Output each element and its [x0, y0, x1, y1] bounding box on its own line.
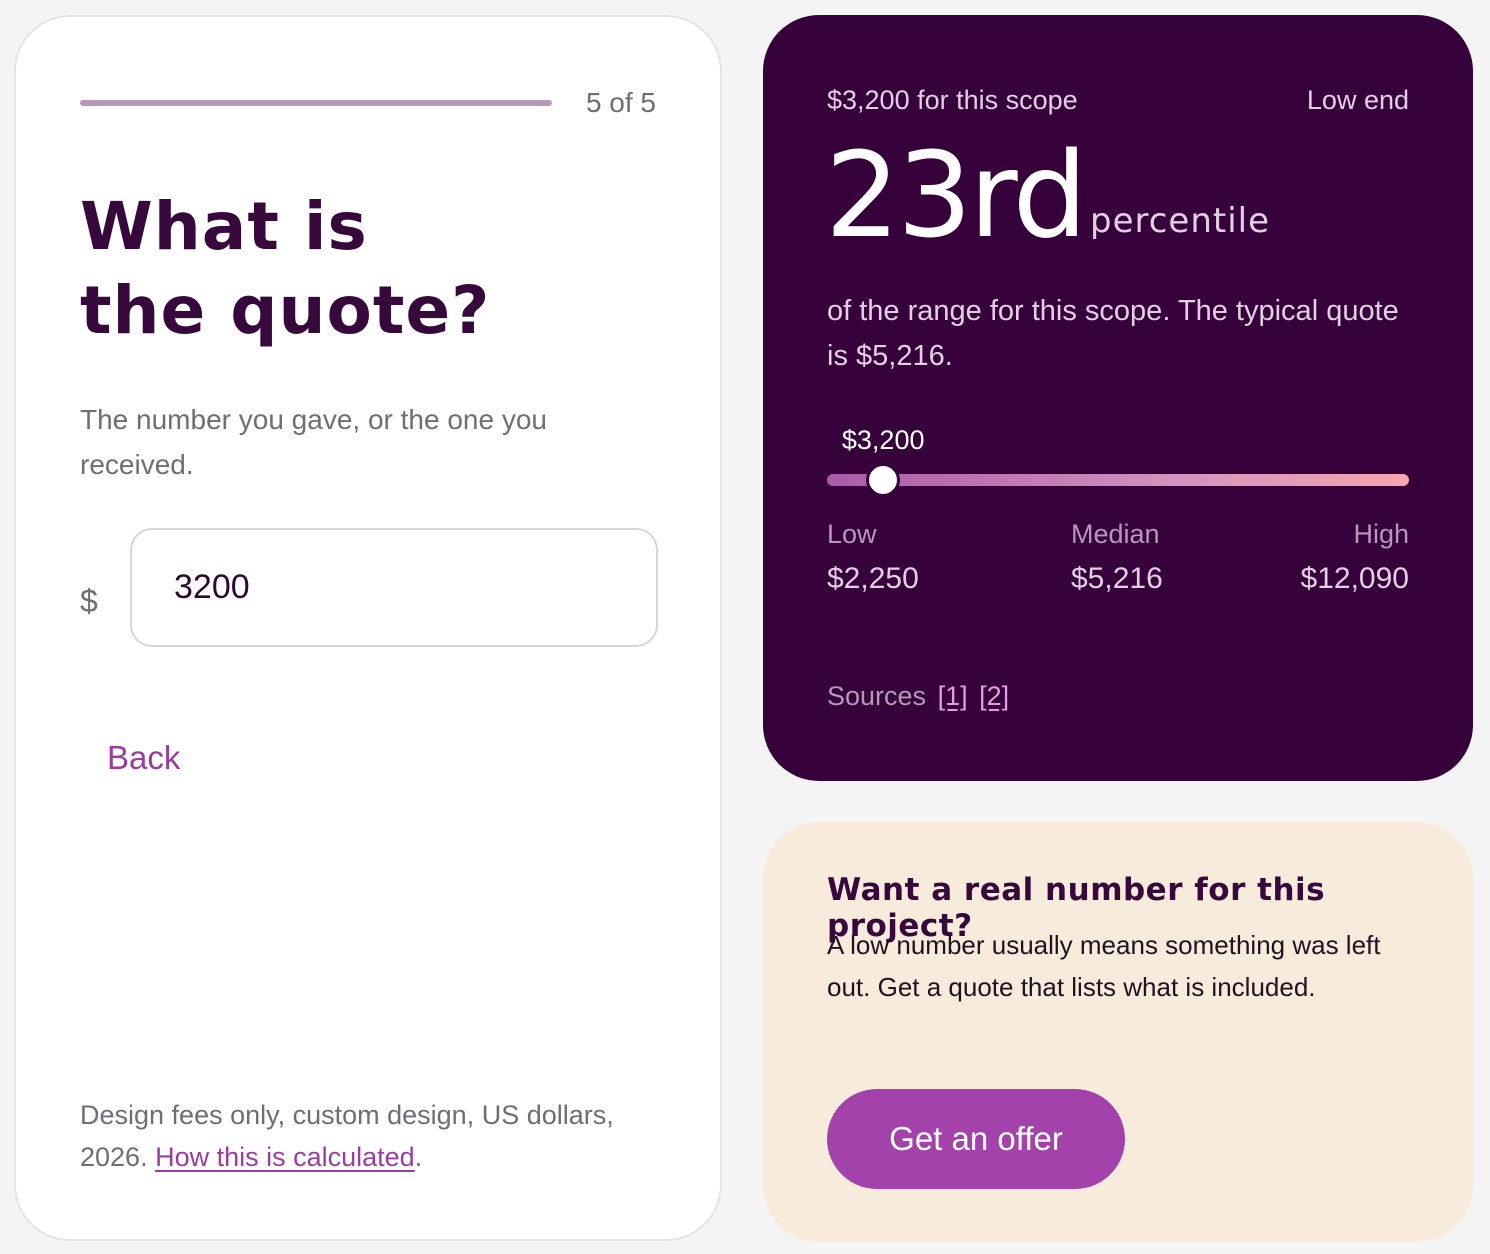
- source-link-2[interactable]: [2]: [979, 681, 1009, 711]
- step-counter: 5 of 5: [585, 87, 656, 118]
- source-link-1[interactable]: [1]: [938, 681, 968, 711]
- progress-bar: [80, 100, 552, 106]
- quote-amount-input[interactable]: [130, 528, 658, 647]
- footnote-end: .: [414, 1142, 423, 1172]
- question-card: 5 of 5 What is the quote? The number you…: [14, 15, 722, 1241]
- back-button[interactable]: Back: [107, 739, 180, 777]
- stat-high: High $12,090: [1301, 519, 1409, 596]
- stat-median: Median $5,216: [1071, 519, 1163, 596]
- result-card: $3,200 for this scope Low end 23rd perce…: [763, 15, 1473, 781]
- how-calculated-link[interactable]: How this is calculated: [155, 1142, 415, 1172]
- title-line: What is: [80, 188, 368, 265]
- cta-body: A low number usually means something was…: [827, 930, 1381, 1002]
- range-track: [827, 474, 1409, 486]
- range-thumb[interactable]: [866, 463, 901, 497]
- stat-value: $2,250: [827, 562, 919, 595]
- percentile-description: of the range for this scope. The typical…: [827, 295, 1399, 372]
- sources: Sources [1] [2]: [827, 681, 1009, 712]
- stat-label: Median: [1071, 519, 1160, 549]
- quote-caption: $3,200 for this scope: [827, 85, 1078, 115]
- position-tag: Low end: [1306, 85, 1409, 115]
- currency-symbol: $: [80, 583, 98, 619]
- stat-low: Low $2,250: [827, 519, 919, 596]
- percentile-value: 23rd: [825, 126, 1087, 264]
- stat-value: $5,216: [1071, 562, 1163, 595]
- footnote: Design fees only, custom design, US doll…: [80, 1094, 670, 1178]
- get-offer-button[interactable]: Get an offer: [827, 1089, 1125, 1189]
- stat-label: High: [1353, 519, 1409, 549]
- quote-marker-label: $3,200: [841, 425, 925, 455]
- page-title: What is the quote?: [80, 185, 640, 353]
- stat-label: Low: [827, 519, 877, 549]
- help-text: The number you gave, or the one you rece…: [80, 404, 547, 480]
- title-line: the quote?: [80, 272, 491, 349]
- sources-label: Sources: [827, 681, 927, 711]
- progress-fill: [80, 100, 552, 106]
- percentile-unit: percentile: [1090, 201, 1271, 241]
- stat-value: $12,090: [1300, 562, 1409, 595]
- cta-card: Want a real number for this project? A l…: [763, 822, 1473, 1242]
